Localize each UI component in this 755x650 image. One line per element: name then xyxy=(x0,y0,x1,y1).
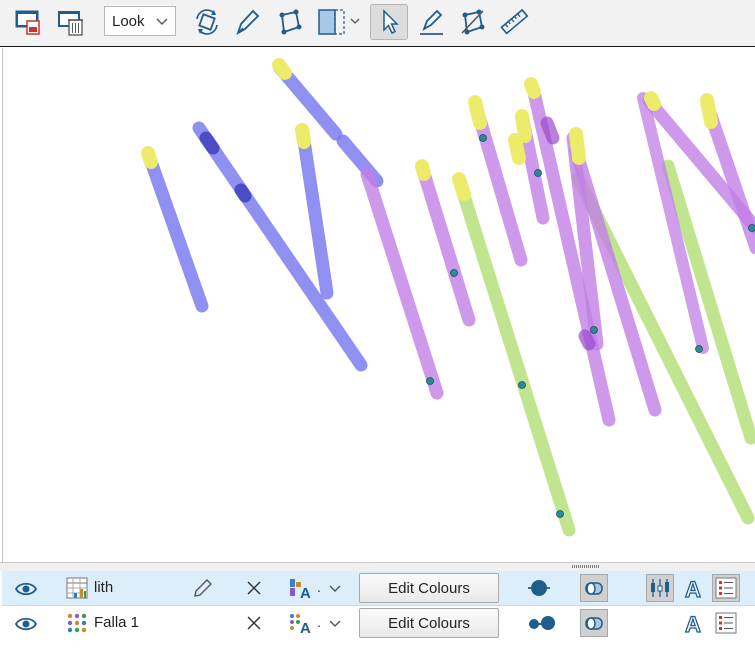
save-view-button[interactable] xyxy=(10,4,46,40)
text-a-icon: A xyxy=(684,611,701,635)
points-icon xyxy=(66,612,88,634)
colour-points-icon[interactable]: A xyxy=(288,611,314,635)
cursor-arrow-icon xyxy=(383,9,399,35)
rotate-view-button[interactable] xyxy=(189,4,225,40)
legend-name-label: lith xyxy=(94,579,114,596)
panel-splitter[interactable] xyxy=(0,562,755,571)
splitter-grip-icon xyxy=(572,565,600,568)
chevron-down-icon xyxy=(156,18,168,25)
visibility-toggle[interactable] xyxy=(14,577,38,601)
svg-text:A: A xyxy=(685,612,701,635)
cylinder-toggle[interactable] xyxy=(580,609,608,637)
eye-icon xyxy=(14,582,38,596)
fault-intersection-marker xyxy=(450,269,458,277)
legend-name-label: Falla 1 xyxy=(94,614,140,631)
drillhole-trace xyxy=(296,127,334,300)
text-label-toggle[interactable]: A xyxy=(679,574,707,602)
fault-intersection-marker xyxy=(748,224,755,232)
fault-intersection-marker xyxy=(479,134,487,142)
legend-toggle[interactable] xyxy=(712,574,740,602)
eye-icon xyxy=(14,617,38,631)
text-label-toggle[interactable]: A xyxy=(679,609,707,637)
view-mode-label: Look xyxy=(112,12,145,30)
ruler-icon xyxy=(500,8,529,35)
ruler-button[interactable] xyxy=(496,4,532,40)
polygon-icon xyxy=(279,9,302,35)
fault-intersection-marker xyxy=(518,381,526,389)
close-icon xyxy=(247,581,261,595)
legend-toggle[interactable] xyxy=(712,609,740,637)
fault-intersection-marker xyxy=(534,169,542,177)
edit-polygon-button[interactable] xyxy=(454,4,490,40)
chart-toggle[interactable] xyxy=(646,574,674,602)
fault-intersection-marker xyxy=(556,510,564,518)
edit-colours-button[interactable]: Edit Colours xyxy=(359,573,499,603)
view-mode-select[interactable]: Look xyxy=(104,6,176,36)
table-icon xyxy=(66,577,88,599)
legend-list-icon xyxy=(715,577,737,599)
cylinder-toggle[interactable] xyxy=(580,574,608,602)
chevron-down-icon[interactable] xyxy=(328,616,342,630)
disc-icon xyxy=(528,580,550,596)
pencil-icon xyxy=(194,579,212,597)
toolbar: Look xyxy=(0,0,755,47)
slice-select-button[interactable] xyxy=(313,4,365,40)
fault-intersection-marker xyxy=(695,345,703,353)
pen-underline-icon xyxy=(420,9,443,35)
display-shape-toggle[interactable] xyxy=(526,577,552,599)
close-icon xyxy=(247,616,261,630)
point-marker-icon xyxy=(529,616,555,630)
colour-column-icon[interactable]: A xyxy=(288,576,314,600)
drillhole-trace xyxy=(142,149,209,313)
chevron-down-icon[interactable] xyxy=(328,581,342,595)
delete-view-button[interactable] xyxy=(52,4,88,40)
scene-viewport[interactable] xyxy=(2,48,755,562)
select-tool-button[interactable] xyxy=(370,4,408,40)
fault-intersection-marker xyxy=(426,377,434,385)
drillhole-trace xyxy=(360,167,444,400)
remove-button[interactable] xyxy=(244,578,264,598)
polygon-edit-icon xyxy=(461,9,485,35)
pen-icon xyxy=(236,9,260,35)
svg-text:A: A xyxy=(300,585,311,600)
display-shape-toggle[interactable] xyxy=(526,612,560,634)
svg-text:A: A xyxy=(685,577,701,600)
legend-list-icon xyxy=(715,612,737,634)
measure-line-button[interactable] xyxy=(413,4,449,40)
draw-line-button[interactable] xyxy=(229,4,265,40)
fault-intersection-marker xyxy=(590,326,598,334)
drillhole-trace xyxy=(192,121,368,372)
text-a-icon: A xyxy=(684,576,701,600)
rotate-icon xyxy=(196,9,218,35)
draw-polygon-button[interactable] xyxy=(271,4,307,40)
rename-button[interactable] xyxy=(192,577,214,599)
cylinder-icon xyxy=(585,617,603,630)
candlestick-icon xyxy=(651,579,669,597)
legend-row-lith[interactable]: lith A . Edit Colours A xyxy=(2,571,755,606)
edit-colours-button[interactable]: Edit Colours xyxy=(359,608,499,638)
visibility-toggle[interactable] xyxy=(14,612,38,636)
cylinder-icon xyxy=(585,582,603,595)
svg-text:A: A xyxy=(300,620,311,635)
legend-row-falla-1[interactable]: Falla 1 A . Edit Colours A xyxy=(2,606,755,641)
save-view-icon xyxy=(15,10,40,35)
remove-button[interactable] xyxy=(244,613,264,633)
delete-view-icon xyxy=(58,11,83,36)
drillhole-scene xyxy=(141,58,755,537)
slice-icon xyxy=(318,9,360,35)
